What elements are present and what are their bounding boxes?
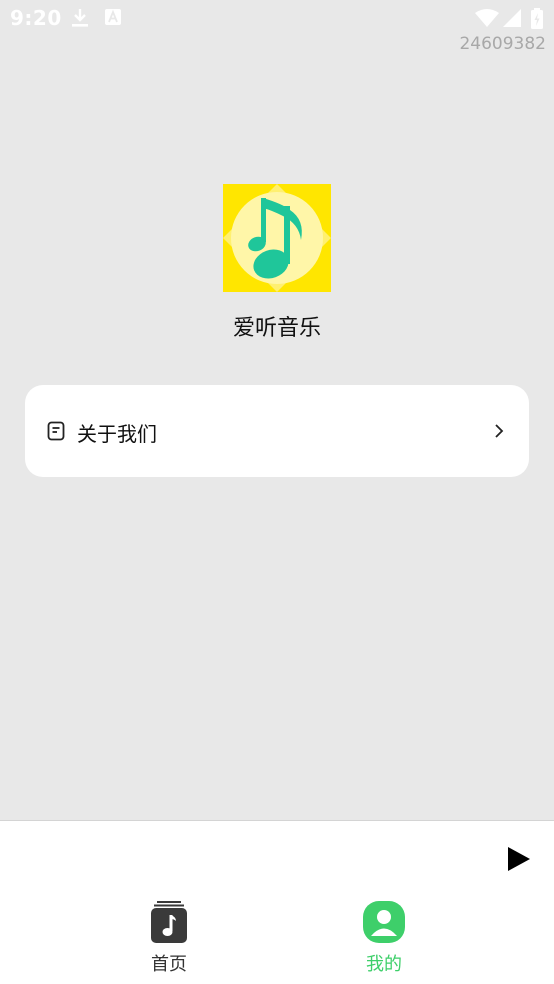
chevron-right-icon bbox=[495, 424, 504, 438]
profile-icon bbox=[363, 901, 405, 943]
play-icon[interactable] bbox=[506, 845, 532, 873]
signal-icon bbox=[503, 9, 521, 27]
app-logo bbox=[223, 184, 331, 292]
bottom-tab-bar: 首页 我的 bbox=[0, 894, 554, 984]
app-name: 爱听音乐 bbox=[232, 316, 321, 341]
status-time: 9:20 bbox=[10, 6, 62, 30]
font-a-icon bbox=[105, 9, 121, 25]
music-library-icon bbox=[151, 901, 187, 943]
download-icon bbox=[72, 9, 88, 27]
tab-home[interactable]: 首页 bbox=[99, 894, 239, 984]
menu-item-about-us[interactable]: 关于我们 bbox=[25, 385, 529, 477]
tab-mine[interactable]: 我的 bbox=[314, 894, 454, 984]
document-icon bbox=[47, 421, 65, 441]
tab-label: 我的 bbox=[366, 954, 402, 975]
tab-label: 首页 bbox=[151, 954, 187, 975]
build-number: 24609382 bbox=[459, 34, 546, 54]
status-bar: 9:20 bbox=[0, 0, 554, 36]
player-bar bbox=[0, 820, 554, 895]
wifi-icon bbox=[475, 9, 499, 27]
menu-item-label: 关于我们 bbox=[77, 422, 157, 446]
battery-icon bbox=[531, 8, 543, 29]
menu-card: 关于我们 bbox=[25, 385, 529, 477]
